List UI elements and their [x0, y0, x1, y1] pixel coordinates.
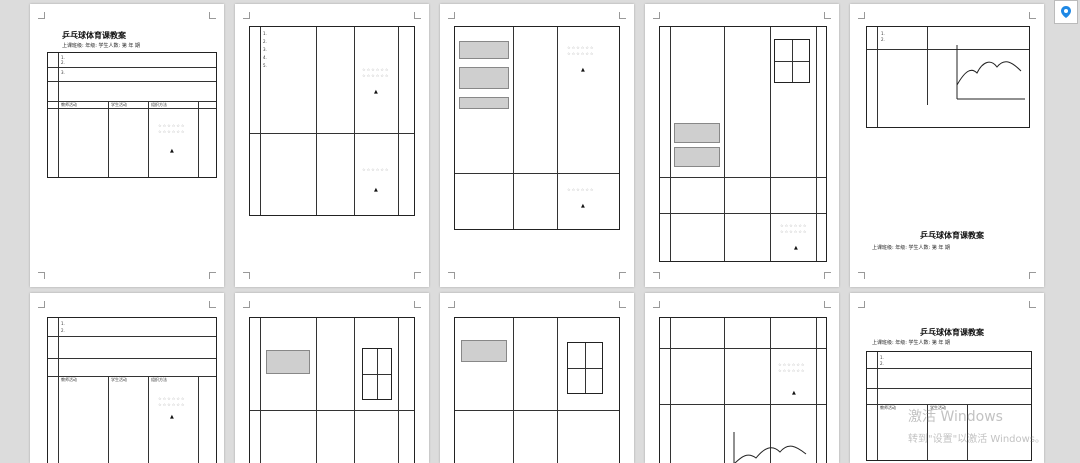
formation-stars: ☆☆☆☆☆☆ — [567, 45, 595, 50]
lesson-table: ☆☆☆☆☆☆ ☆☆☆☆☆☆ ▲ — [659, 317, 827, 463]
page-5[interactable]: 1. 2. 乒乓球体育课教案 上课班级: 年级: 学生人数: 第 年 期 — [850, 4, 1044, 287]
page-3[interactable]: ☆☆☆☆☆☆ ☆☆☆☆☆☆ ▲ ☆☆☆☆☆☆ ▲ — [440, 4, 634, 287]
step-text: 1. — [263, 31, 267, 36]
teacher-marker: ▲ — [581, 203, 585, 209]
page-title: 乒乓球体育课教案 — [920, 231, 984, 240]
step-text: 4. — [263, 55, 267, 60]
org-header: 组织方法 — [151, 377, 167, 382]
org-header: 组织方法 — [151, 102, 167, 107]
court-diagram — [774, 39, 810, 83]
lesson-table — [249, 317, 415, 463]
class-info: 上课班级: 年级: 学生人数: 第 年 期 — [872, 245, 951, 251]
teacher-marker: ▲ — [581, 67, 585, 73]
teacher-marker: ▲ — [170, 148, 174, 154]
formation-stars: ☆☆☆☆☆☆ — [778, 362, 806, 367]
lesson-table: 1. 2. — [866, 26, 1030, 128]
formation-stars: ☆☆☆☆☆☆ — [567, 187, 595, 192]
step-text: 2. — [881, 37, 885, 42]
goal-text: 2. — [880, 361, 884, 366]
load-curve-chart — [733, 432, 807, 463]
technique-figure — [459, 41, 509, 59]
page-title: 乒乓球体育课教案 — [62, 31, 126, 40]
formation-stars: ☆☆☆☆☆☆ — [158, 396, 186, 401]
page-9[interactable]: ☆☆☆☆☆☆ ☆☆☆☆☆☆ ▲ — [645, 293, 839, 463]
goal-text: 2. — [61, 328, 65, 333]
formation-stars: ☆☆☆☆☆☆ — [780, 223, 808, 228]
key-text: 3. — [61, 70, 65, 75]
teacher-marker: ▲ — [792, 390, 796, 396]
page-6[interactable]: 1. 2. 教师活动 学生活动 组织方法 ☆☆☆☆☆☆ ☆☆☆☆☆☆ ▲ — [30, 293, 224, 463]
technique-figure — [459, 97, 509, 109]
technique-figure — [674, 147, 720, 167]
teacher-marker: ▲ — [374, 187, 378, 193]
teacher-marker: ▲ — [374, 89, 378, 95]
teacher-header: 教师活动 — [61, 102, 77, 107]
formation-stars: ☆☆☆☆☆☆ — [778, 368, 806, 373]
teacher-marker: ▲ — [170, 414, 174, 420]
load-curve-chart — [956, 45, 1025, 100]
teacher-marker: ▲ — [794, 245, 798, 251]
teacher-header: 教师活动 — [880, 405, 896, 410]
step-text: 2. — [263, 39, 267, 44]
student-header: 学生活动 — [111, 102, 127, 107]
formation-stars: ☆☆☆☆☆☆ — [362, 67, 390, 72]
goal-text: 1. — [61, 321, 65, 326]
page-1[interactable]: 乒乓球体育课教案 上课班级: 年级: 学生人数: 第 年 期 1. 2. 3. … — [30, 4, 224, 287]
class-info: 上课班级: 年级: 学生人数: 第 年 期 — [62, 43, 141, 49]
formation-stars: ☆☆☆☆☆☆ — [158, 129, 186, 134]
student-header: 学生活动 — [111, 377, 127, 382]
lesson-table: ☆☆☆☆☆☆ ☆☆☆☆☆☆ ▲ ☆☆☆☆☆☆ ▲ — [454, 26, 620, 230]
page-4[interactable]: ☆☆☆☆☆☆ ☆☆☆☆☆☆ ▲ — [645, 4, 839, 287]
lesson-table: 1. 2. 3. 4. 5. ☆☆☆☆☆☆ ☆☆☆☆☆☆ ▲ ☆☆☆☆☆☆ ▲ — [249, 26, 415, 216]
page-2[interactable]: 1. 2. 3. 4. 5. ☆☆☆☆☆☆ ☆☆☆☆☆☆ ▲ ☆☆☆☆☆☆ ▲ — [235, 4, 429, 287]
formation-stars: ☆☆☆☆☆☆ — [362, 167, 390, 172]
formation-stars: ☆☆☆☆☆☆ — [567, 51, 595, 56]
technique-figure — [461, 340, 507, 362]
teacher-header: 教师活动 — [61, 377, 77, 382]
lesson-table — [454, 317, 620, 463]
page-7[interactable] — [235, 293, 429, 463]
formation-stars: ☆☆☆☆☆☆ — [158, 123, 186, 128]
page-8[interactable] — [440, 293, 634, 463]
step-text: 3. — [263, 47, 267, 52]
location-pin-icon[interactable] — [1054, 0, 1078, 24]
class-info: 上课班级: 年级: 学生人数: 第 年 期 — [872, 340, 951, 346]
activation-watermark-title: 激活 Windows — [908, 409, 1003, 425]
lesson-table: 1. 2. 3. 教师活动 学生活动 组织方法 ☆☆☆☆☆☆ ☆☆☆☆☆☆ ▲ — [47, 52, 217, 178]
step-text: 1. — [881, 31, 885, 36]
activation-watermark-text: 转到"设置"以激活 Windows。 — [908, 434, 1046, 445]
technique-figure — [266, 350, 310, 374]
court-diagram — [362, 348, 392, 400]
technique-figure — [674, 123, 720, 143]
formation-stars: ☆☆☆☆☆☆ — [362, 73, 390, 78]
technique-figure — [459, 67, 509, 89]
court-diagram — [567, 342, 603, 394]
formation-stars: ☆☆☆☆☆☆ — [780, 229, 808, 234]
page-title: 乒乓球体育课教案 — [920, 328, 984, 337]
lesson-table: 1. 2. 教师活动 学生活动 组织方法 ☆☆☆☆☆☆ ☆☆☆☆☆☆ ▲ — [47, 317, 217, 463]
lesson-table: ☆☆☆☆☆☆ ☆☆☆☆☆☆ ▲ — [659, 26, 827, 262]
formation-stars: ☆☆☆☆☆☆ — [158, 402, 186, 407]
step-text: 5. — [263, 63, 267, 68]
goal-text: 2. — [61, 60, 65, 65]
goal-text: 1. — [880, 355, 884, 360]
